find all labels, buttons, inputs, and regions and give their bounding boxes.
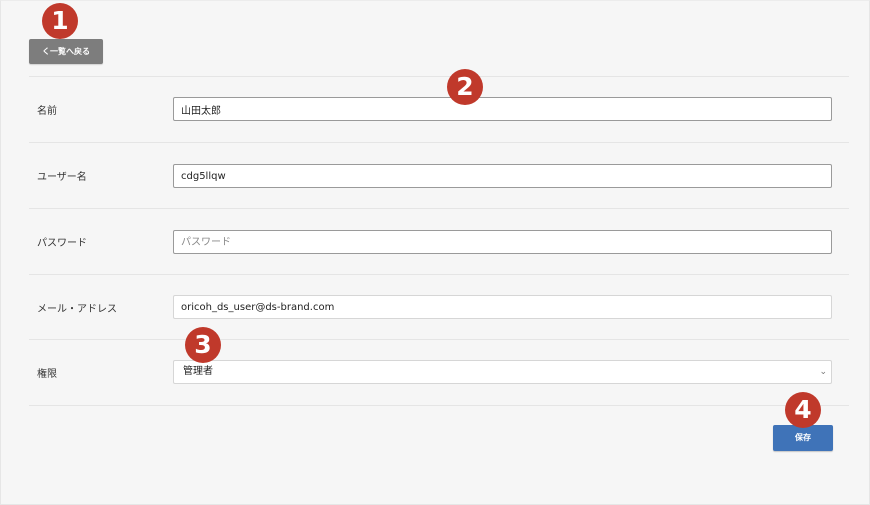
role-label: 権限	[37, 369, 57, 380]
form-row-email: メール・アドレス	[29, 274, 849, 340]
name-label: 名前	[37, 106, 57, 117]
step-marker-3: 3	[185, 327, 221, 363]
role-selected-value: 管理者	[183, 366, 213, 377]
email-label: メール・アドレス	[37, 304, 117, 315]
form-row-role: 権限 管理者 ⌄	[29, 339, 849, 406]
step-marker-4: 4	[785, 392, 821, 428]
step-marker-2: 2	[447, 69, 483, 105]
username-label: ユーザー名	[37, 172, 87, 183]
name-input[interactable]	[173, 97, 832, 121]
email-input[interactable]	[173, 295, 832, 319]
form-row-name: 名前	[29, 76, 849, 142]
password-label: パスワード	[37, 238, 87, 249]
username-input[interactable]	[173, 164, 832, 188]
role-select[interactable]: 管理者 ⌄	[173, 360, 832, 384]
step-marker-1: 1	[42, 3, 78, 39]
chevron-down-icon: ⌄	[819, 367, 827, 377]
form-row-password: パスワード	[29, 208, 849, 274]
form-row-username: ユーザー名	[29, 142, 849, 208]
password-input[interactable]	[173, 230, 832, 254]
save-button[interactable]: 保存	[773, 425, 833, 451]
back-to-list-button[interactable]: く一覧へ戻る	[29, 39, 103, 64]
